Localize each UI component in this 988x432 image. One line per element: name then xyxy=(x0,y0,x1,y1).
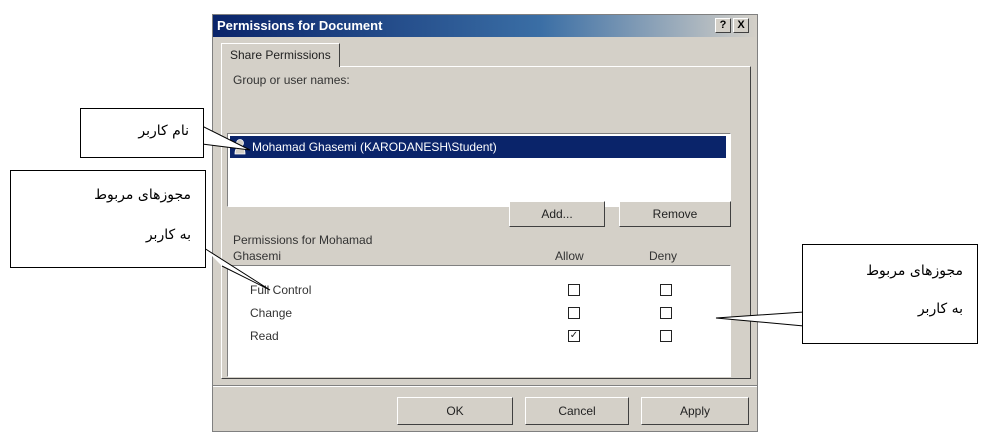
tab-share-permissions[interactable]: Share Permissions xyxy=(221,43,340,67)
user-permissions-callout-right: مجوزهای مربوط به کاربر xyxy=(802,244,978,344)
username-callout: نام کاربر xyxy=(80,108,204,158)
user-permissions-callout-left-line2: به کاربر xyxy=(145,227,191,243)
user-permissions-callout-right-line1: مجوزهای مربوط xyxy=(866,263,963,279)
user-permissions-callout-left: مجوزهای مربوط به کاربر xyxy=(10,170,206,268)
username-callout-text: نام کاربر xyxy=(138,123,189,139)
user-permissions-callout-left-line1: مجوزهای مربوط xyxy=(94,187,191,203)
user-permissions-callout-right-line2: به کاربر xyxy=(917,301,963,317)
